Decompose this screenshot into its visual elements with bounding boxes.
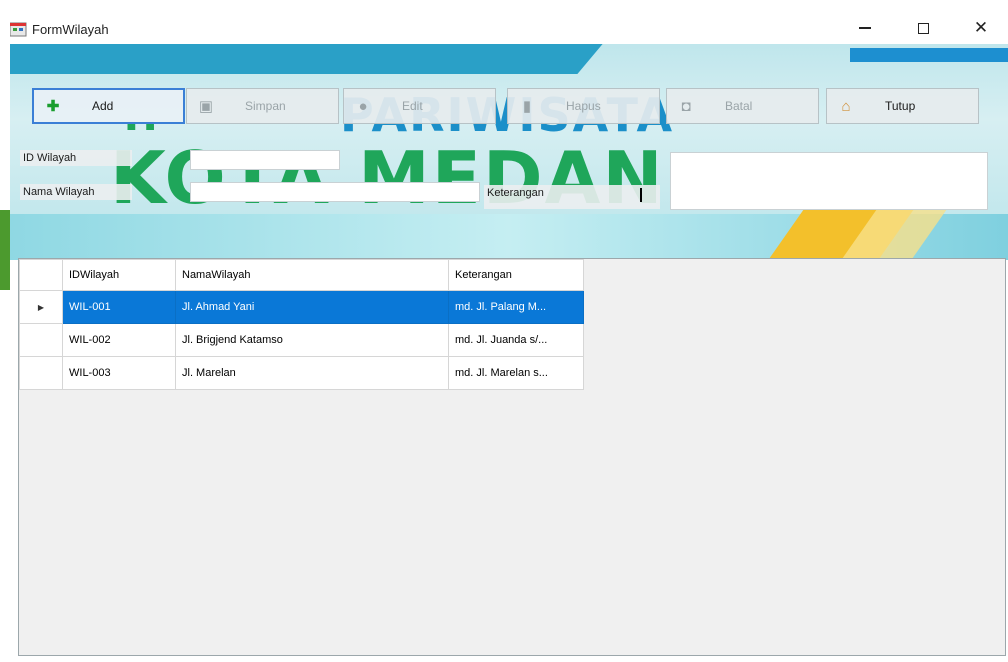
column-header-idwilayah[interactable]: IDWilayah [62, 259, 176, 291]
table-cell[interactable]: WIL-003 [62, 356, 176, 390]
table-cell[interactable]: WIL-001 [62, 290, 176, 324]
cancel-icon: ◘ [681, 97, 691, 115]
minimize-icon [859, 27, 871, 29]
window-title: FormWilayah [32, 22, 109, 37]
table-cell[interactable]: Jl. Ahmad Yani [175, 290, 449, 324]
trash-icon: ▮ [522, 98, 532, 115]
add-icon: ✚ [46, 98, 60, 115]
close-button-label: Tutup [885, 99, 916, 113]
id-wilayah-label: ID Wilayah [20, 150, 132, 166]
nama-wilayah-field[interactable] [190, 182, 480, 202]
delete-button-label: Hapus [566, 99, 601, 113]
save-icon: ▣ [198, 98, 214, 115]
add-button-label: Add [92, 99, 114, 113]
maximize-icon [917, 22, 929, 34]
add-button[interactable]: ✚ Add [32, 88, 185, 124]
wilayah-table: IDWilayah NamaWilayah Keterangan ▶ WIL-0… [19, 259, 584, 390]
banner-swoosh [10, 44, 603, 74]
column-header-namawilayah[interactable]: NamaWilayah [175, 259, 449, 291]
close-window-button[interactable]: ✕ [958, 8, 1004, 48]
row-header[interactable] [19, 323, 63, 357]
data-grid[interactable]: IDWilayah NamaWilayah Keterangan ▶ WIL-0… [18, 258, 1006, 656]
close-icon: ✕ [973, 18, 989, 37]
row-header[interactable]: ▶ [19, 290, 63, 324]
left-decoration [0, 210, 10, 290]
table-row[interactable]: WIL-003 Jl. Marelan md. Jl. Marelan s... [19, 356, 584, 390]
edit-button-label: Edit [402, 99, 423, 113]
row-header-corner [19, 259, 63, 291]
table-cell[interactable]: Jl. Marelan [175, 356, 449, 390]
cancel-button[interactable]: ◘ Batal [666, 88, 819, 124]
cancel-button-label: Batal [725, 99, 753, 113]
table-cell[interactable]: md. Jl. Juanda s/... [448, 323, 584, 357]
minimize-button[interactable] [842, 8, 888, 48]
banner-swoosh [850, 48, 1008, 62]
home-icon: ⌂ [841, 97, 851, 115]
row-indicator-icon: ▶ [37, 303, 45, 312]
keterangan-label: Keterangan [484, 185, 660, 209]
table-row[interactable]: WIL-002 Jl. Brigjend Katamso md. Jl. Jua… [19, 323, 584, 357]
table-cell[interactable]: md. Jl. Marelan s... [448, 356, 584, 390]
title-bar: FormWilayah ✕ [0, 0, 1008, 44]
save-button-label: Simpan [245, 99, 286, 113]
edit-button[interactable]: ● Edit [343, 88, 496, 124]
close-button[interactable]: ⌂ Tutup [826, 88, 979, 124]
app-icon [10, 22, 27, 37]
id-wilayah-field[interactable] [190, 150, 340, 170]
table-cell[interactable]: WIL-002 [62, 323, 176, 357]
text-cursor [640, 188, 642, 202]
table-row[interactable]: ▶ WIL-001 Jl. Ahmad Yani md. Jl. Palang … [19, 290, 584, 324]
save-button[interactable]: ▣ Simpan [186, 88, 339, 124]
row-header[interactable] [19, 356, 63, 390]
table-header-row: IDWilayah NamaWilayah Keterangan [19, 259, 584, 291]
keterangan-field[interactable] [670, 152, 988, 210]
column-header-keterangan[interactable]: Keterangan [448, 259, 584, 291]
delete-button[interactable]: ▮ Hapus [507, 88, 660, 124]
edit-icon: ● [358, 97, 368, 115]
table-cell[interactable]: Jl. Brigjend Katamso [175, 323, 449, 357]
table-cell[interactable]: md. Jl. Palang M... [448, 290, 584, 324]
nama-wilayah-label: Nama Wilayah [20, 184, 132, 200]
maximize-button[interactable] [900, 8, 946, 48]
